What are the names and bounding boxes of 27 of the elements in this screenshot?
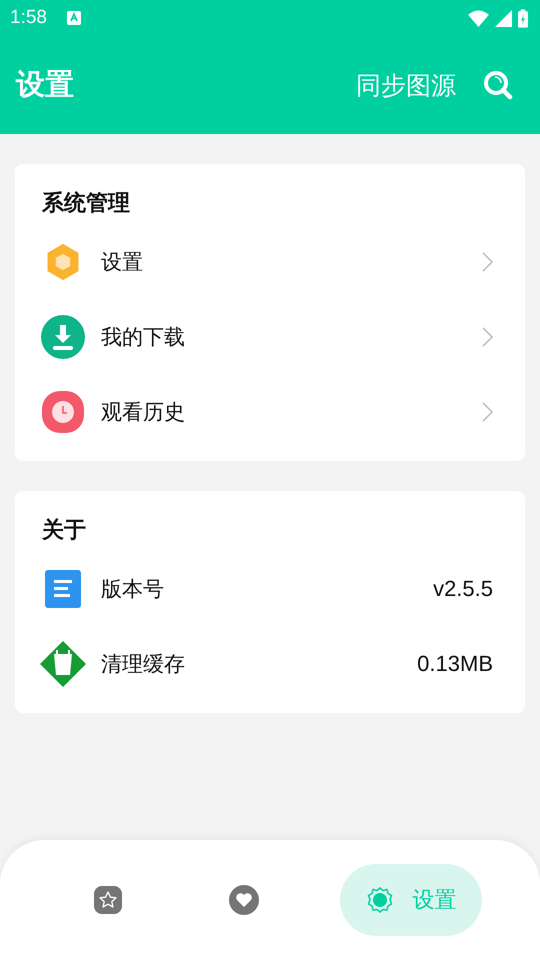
menu-label: 清理缓存 — [101, 650, 185, 678]
menu-value: v2.5.5 — [433, 576, 493, 602]
menu-row[interactable]: 版本号 v2.5.5 — [39, 551, 493, 626]
menu-value: 0.13MB — [417, 650, 493, 676]
page-title: 设置 — [16, 66, 74, 103]
signal-icon — [495, 10, 512, 26]
download-icon — [39, 314, 87, 358]
chevron-icon — [482, 402, 493, 422]
menu-row[interactable]: 清理缓存 0.13MB — [39, 626, 493, 701]
section-title: 关于 — [40, 517, 87, 545]
menu-row[interactable]: 观看历史 — [39, 374, 493, 449]
section-title: 系统管理 — [40, 190, 131, 218]
gear-icon — [366, 886, 394, 914]
wifi-icon — [468, 10, 489, 26]
menu-row[interactable]: 设置 — [39, 224, 493, 299]
menu-label: 版本号 — [101, 576, 164, 602]
menu-label: 我的下载 — [101, 324, 185, 350]
cup-icon — [39, 640, 87, 688]
menu-label: 观看历史 — [101, 398, 185, 426]
battery-icon — [518, 8, 528, 28]
clock-icon — [39, 390, 87, 434]
status-time: 1:58 — [10, 7, 47, 29]
chevron-icon — [482, 326, 493, 346]
menu-row[interactable]: 我的下载 — [39, 299, 493, 374]
keyboard-icon — [66, 11, 81, 25]
chevron-icon — [482, 252, 493, 272]
menu-label: 设置 — [101, 248, 143, 276]
